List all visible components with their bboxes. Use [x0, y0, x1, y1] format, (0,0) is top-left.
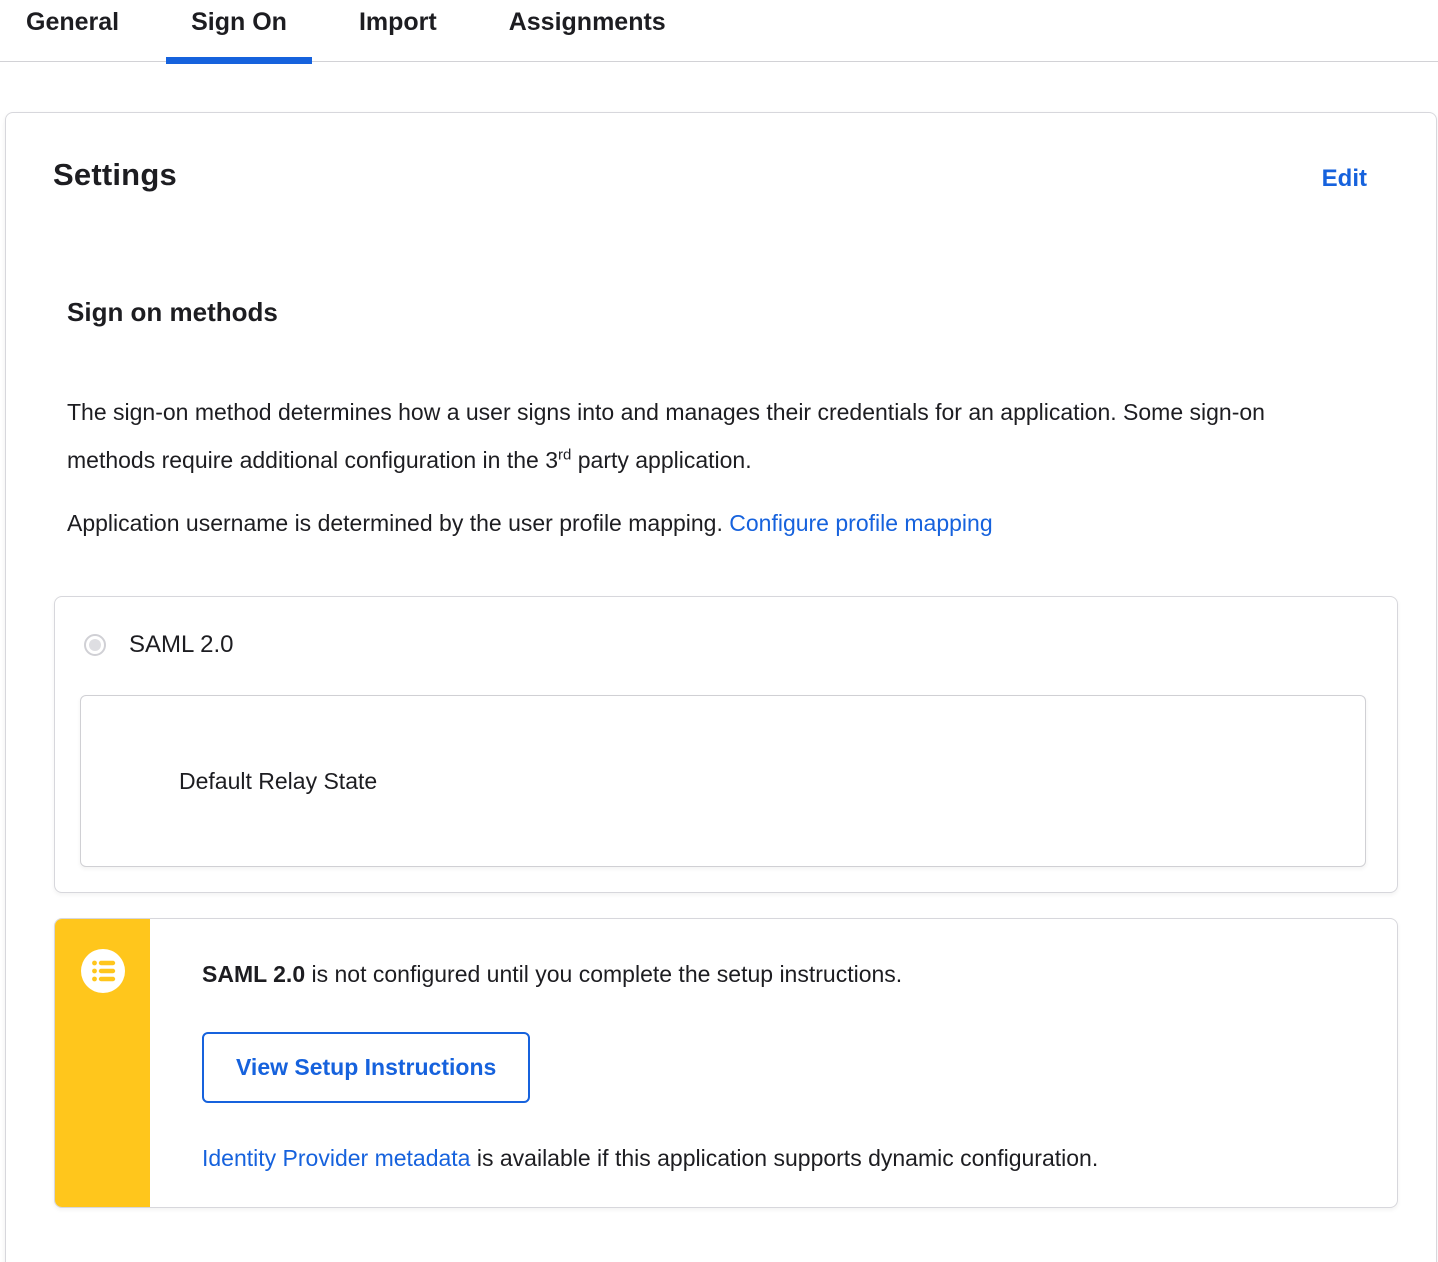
metadata-line-rest: is available if this application support… — [470, 1145, 1099, 1171]
settings-card: Settings Edit Sign on methods The sign-o… — [5, 112, 1437, 1262]
sign-on-methods-heading: Sign on methods — [67, 297, 278, 327]
view-setup-instructions-button[interactable]: View Setup Instructions — [202, 1032, 531, 1103]
warning-stripe — [55, 919, 150, 1207]
saml-radio-button[interactable] — [84, 634, 106, 656]
radio-dot — [89, 639, 101, 651]
sign-on-method-description: The sign-on method determines how a user… — [67, 388, 1307, 484]
saml-warning-callout: SAML 2.0 is not configured until you com… — [54, 918, 1398, 1208]
default-relay-state-label: Default Relay State — [179, 767, 378, 794]
edit-link[interactable]: Edit — [1322, 165, 1367, 193]
page-title: Settings — [53, 157, 177, 192]
sign-on-methods-section: Sign on methods The sign-on method deter… — [6, 297, 1436, 538]
metadata-line: Identity Provider metadata is available … — [202, 1143, 1367, 1173]
warning-message-bold: SAML 2.0 — [202, 961, 306, 987]
username-mapping-text: Application username is determined by th… — [67, 510, 730, 536]
username-mapping-line: Application username is determined by th… — [67, 508, 1396, 538]
list-icon — [80, 949, 125, 993]
warning-message: SAML 2.0 is not configured until you com… — [202, 959, 1367, 989]
identity-provider-metadata-link[interactable]: Identity Provider metadata — [202, 1145, 470, 1171]
warning-content: SAML 2.0 is not configured until you com… — [150, 919, 1397, 1207]
warning-message-rest: is not configured until you complete the… — [305, 961, 903, 987]
app-tab-bar: General Sign On Import Assignments — [0, 0, 1438, 64]
tab-import[interactable]: Import — [334, 0, 462, 62]
default-relay-state-field[interactable]: Default Relay State — [80, 695, 1366, 867]
saml-radio-label: SAML 2.0 — [129, 631, 234, 658]
saml-radio-row: SAML 2.0 — [80, 631, 1366, 659]
tab-general[interactable]: General — [1, 0, 144, 62]
configure-profile-mapping-link[interactable]: Configure profile mapping — [729, 510, 992, 536]
settings-card-header: Settings Edit — [6, 157, 1436, 193]
ordinal-superscript: rd — [558, 446, 572, 464]
tab-sign-on[interactable]: Sign On — [166, 0, 312, 64]
description-text-tail: party application. — [571, 447, 752, 473]
saml-option-box: SAML 2.0 Default Relay State — [54, 596, 1398, 893]
tab-assignments[interactable]: Assignments — [484, 0, 691, 62]
